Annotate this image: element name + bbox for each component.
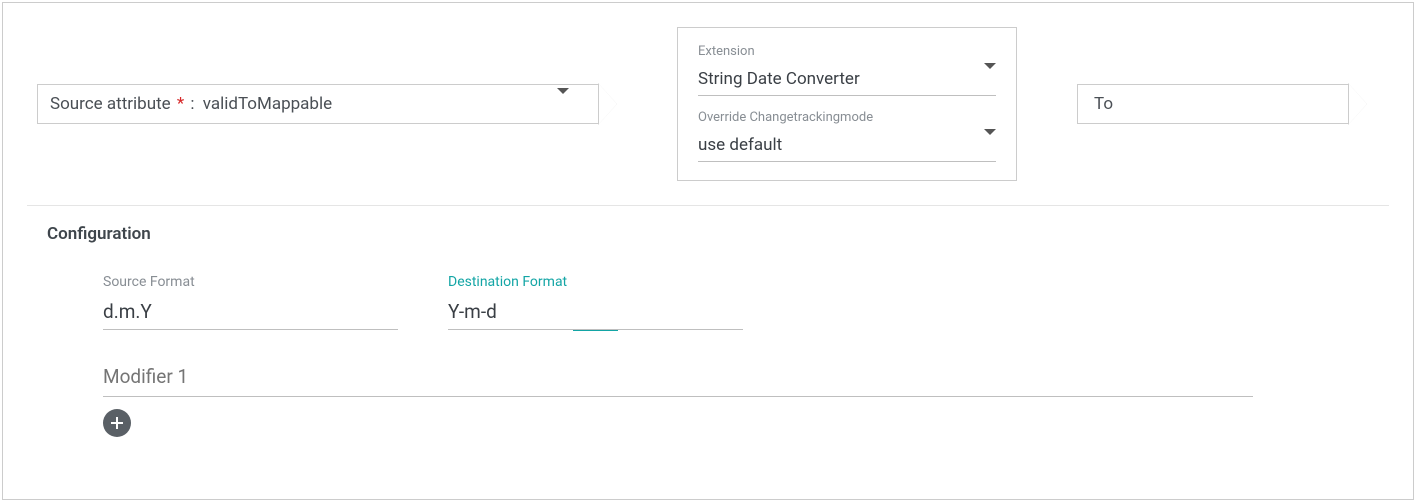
mapping-row: Source attribute * : validToMappable Ext… bbox=[27, 27, 1389, 181]
override-label: Override Changetrackingmode bbox=[698, 110, 996, 125]
extension-select[interactable]: String Date Converter bbox=[698, 65, 996, 96]
override-value: use default bbox=[698, 135, 782, 155]
label-separator: : bbox=[190, 94, 194, 114]
plus-icon bbox=[109, 415, 125, 431]
source-format-field: Source Format bbox=[103, 274, 398, 331]
chevron-down-icon bbox=[984, 69, 996, 89]
extension-value: String Date Converter bbox=[698, 69, 860, 89]
format-fields: Source Format Destination Format bbox=[47, 274, 1369, 331]
configuration-title: Configuration bbox=[47, 224, 1369, 244]
chevron-down-icon bbox=[557, 94, 569, 114]
source-attribute-value: validToMappable bbox=[203, 94, 332, 114]
configuration-section: Configuration Source Format Destination … bbox=[27, 224, 1389, 437]
add-modifier-button[interactable] bbox=[103, 409, 131, 437]
source-format-label: Source Format bbox=[103, 274, 398, 290]
source-format-input[interactable] bbox=[103, 298, 398, 330]
extension-card: Extension String Date Converter Override… bbox=[677, 27, 1017, 181]
destination-format-input[interactable] bbox=[448, 298, 743, 330]
arrow-right-icon bbox=[599, 84, 617, 124]
config-panel: Source attribute * : validToMappable Ext… bbox=[2, 2, 1414, 500]
required-marker: * bbox=[177, 94, 184, 114]
extension-label: Extension bbox=[698, 44, 996, 59]
destination-selector[interactable]: To bbox=[1077, 84, 1367, 124]
override-select[interactable]: use default bbox=[698, 131, 996, 162]
destination-format-field: Destination Format bbox=[448, 274, 743, 331]
destination-label: To bbox=[1094, 94, 1113, 114]
chevron-down-icon bbox=[984, 135, 996, 155]
modifier-input[interactable] bbox=[103, 361, 1253, 397]
modifier-row bbox=[103, 361, 1253, 397]
destination-format-label: Destination Format bbox=[448, 274, 743, 290]
source-attribute-label: Source attribute bbox=[50, 94, 171, 114]
arrow-right-icon bbox=[1349, 84, 1367, 124]
source-attribute-selector[interactable]: Source attribute * : validToMappable bbox=[37, 84, 617, 124]
section-divider bbox=[27, 205, 1389, 206]
